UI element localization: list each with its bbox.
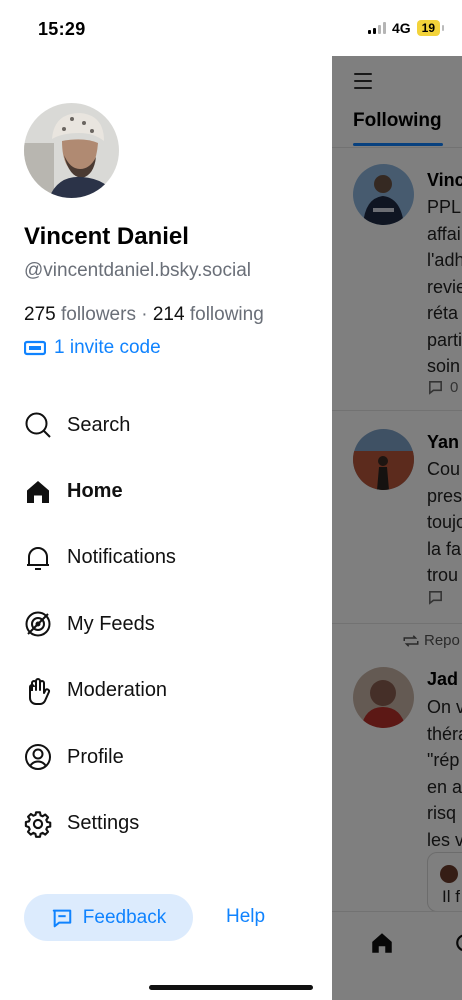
menu-item-search[interactable]: Search — [24, 392, 314, 458]
profile-handle[interactable]: @vincentdaniel.bsky.social — [24, 260, 251, 282]
following-count[interactable]: 214 — [153, 304, 185, 325]
drawer-menu: Search Home Notifications My Feeds Moder… — [24, 392, 314, 857]
battery-icon: 19 — [416, 20, 445, 36]
status-time: 15:29 — [38, 19, 86, 39]
profile-avatar[interactable] — [24, 103, 119, 198]
drawer-backdrop[interactable] — [332, 56, 462, 1000]
menu-item-my-feeds[interactable]: My Feeds — [24, 591, 314, 657]
menu-item-notifications[interactable]: Notifications — [24, 525, 314, 591]
status-indicators: 4G 19 — [367, 20, 445, 36]
feeds-icon — [24, 610, 52, 638]
network-type: 4G — [391, 20, 411, 36]
stats-separator: · — [141, 304, 148, 325]
help-link[interactable]: Help — [226, 906, 265, 928]
feedback-label: Feedback — [82, 906, 167, 928]
menu-label: Moderation — [67, 679, 168, 702]
follow-stats: 275 followers · 214 following — [24, 304, 264, 326]
feedback-icon — [52, 909, 72, 927]
bell-icon — [24, 544, 52, 572]
user-circle-icon — [24, 743, 52, 771]
invite-code-link[interactable]: 1 invite code — [24, 337, 161, 359]
menu-label: Search — [67, 413, 131, 436]
menu-label: Profile — [67, 745, 124, 768]
hand-icon — [24, 677, 52, 705]
side-drawer: Vincent Daniel @vincentdaniel.bsky.socia… — [0, 0, 332, 1000]
gear-icon — [24, 810, 52, 838]
search-icon — [24, 411, 52, 439]
ticket-icon — [24, 340, 46, 356]
menu-item-settings[interactable]: Settings — [24, 790, 314, 856]
menu-label: Settings — [67, 812, 140, 835]
menu-item-home[interactable]: Home — [24, 458, 314, 524]
home-icon — [24, 478, 52, 506]
followers-count[interactable]: 275 — [24, 304, 56, 325]
menu-item-profile[interactable]: Profile — [24, 724, 314, 790]
followers-label[interactable]: followers — [61, 304, 136, 325]
profile-name[interactable]: Vincent Daniel — [24, 223, 189, 251]
status-bar: 15:29 4G 19 — [0, 0, 462, 56]
menu-label: Home — [67, 480, 123, 503]
feedback-button[interactable]: Feedback — [24, 894, 193, 941]
home-indicator — [149, 985, 313, 990]
invite-code-label: 1 invite code — [54, 337, 161, 358]
signal-icon — [367, 22, 386, 34]
menu-label: My Feeds — [67, 612, 155, 635]
menu-label: Notifications — [67, 546, 176, 569]
menu-item-moderation[interactable]: Moderation — [24, 658, 314, 724]
following-label[interactable]: following — [190, 304, 264, 325]
